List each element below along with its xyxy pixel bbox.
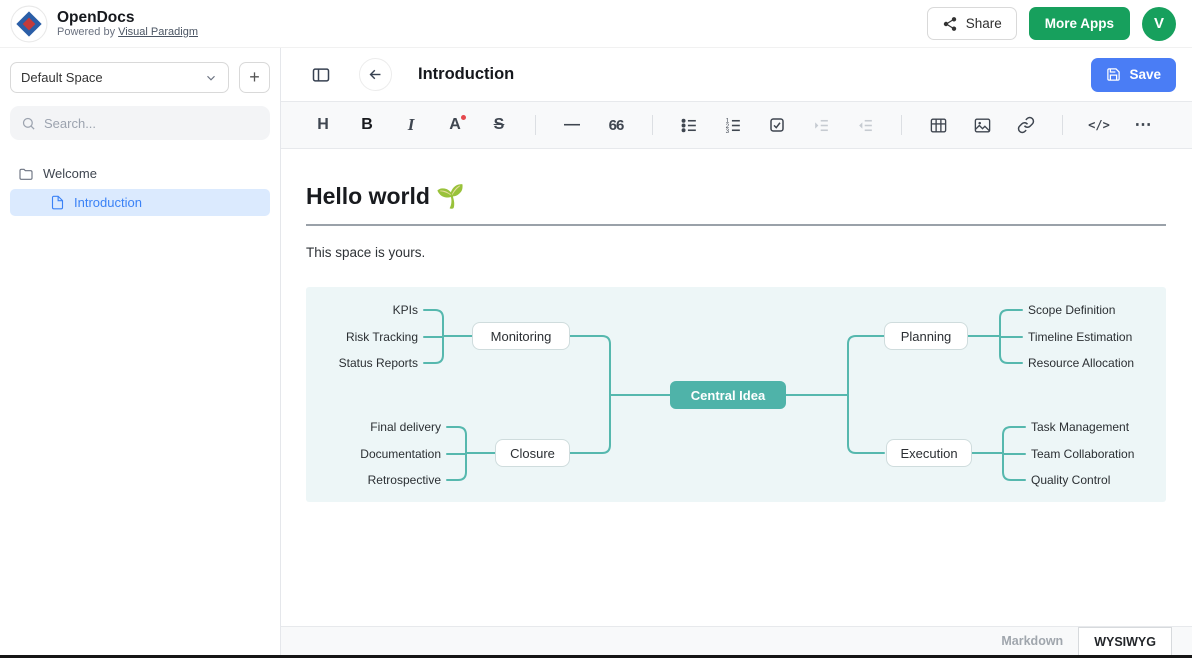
tree-item-introduction[interactable]: Introduction — [10, 189, 270, 216]
mindmap-leaf[interactable]: Quality Control — [1031, 472, 1110, 488]
more-apps-button[interactable]: More Apps — [1029, 7, 1130, 40]
sidebar: Default Space + Welcome — [0, 48, 281, 655]
mindmap-branch-monitoring[interactable]: Monitoring — [472, 322, 570, 350]
search-box[interactable] — [10, 106, 270, 140]
mindmap-leaf[interactable]: Final delivery — [306, 419, 441, 435]
blockquote-button[interactable]: 66 — [603, 110, 629, 140]
page-title: Introduction — [418, 65, 514, 84]
checklist-button[interactable] — [764, 110, 790, 140]
space-selector[interactable]: Default Space — [10, 62, 229, 93]
heading-rule — [306, 224, 1166, 226]
toolbar-divider — [901, 115, 902, 135]
image-button[interactable] — [969, 110, 995, 140]
space-selector-label: Default Space — [21, 70, 103, 85]
main-area: Introduction Save H B I A S — — [281, 48, 1192, 655]
mindmap-leaf[interactable]: Scope Definition — [1028, 302, 1115, 318]
mindmap-leaf[interactable]: KPIs — [306, 302, 418, 318]
tree-item-label: Welcome — [43, 166, 97, 181]
mindmap[interactable]: Central Idea Monitoring Closure Planning… — [306, 287, 1166, 502]
mindmap-leaf[interactable]: Resource Allocation — [1028, 355, 1134, 371]
italic-button[interactable]: I — [398, 110, 424, 140]
outdent-button[interactable] — [852, 110, 878, 140]
powered-by: Powered byVisual Paradigm — [57, 26, 198, 39]
toolbar-divider — [535, 115, 536, 135]
bold-button[interactable]: B — [354, 110, 380, 140]
app-title: OpenDocs — [57, 9, 198, 26]
powered-by-text: Powered by — [57, 26, 115, 38]
mindmap-leaf[interactable]: Status Reports — [306, 355, 418, 371]
back-button[interactable] — [359, 58, 392, 91]
indent-button[interactable] — [808, 110, 834, 140]
wysiwyg-tab[interactable]: WYSIWYG — [1078, 627, 1172, 655]
mindmap-leaf[interactable]: Timeline Estimation — [1028, 329, 1132, 345]
brand-block: OpenDocs Powered byVisual Paradigm — [57, 9, 198, 39]
app-window: OpenDocs Powered byVisual Paradigm Share… — [0, 0, 1192, 658]
save-icon — [1106, 67, 1121, 82]
toolbar-divider — [1062, 115, 1063, 135]
tree-item-welcome[interactable]: Welcome — [10, 160, 270, 187]
document-paragraph[interactable]: This space is yours. — [306, 245, 1166, 260]
visual-paradigm-link[interactable]: Visual Paradigm — [118, 26, 198, 38]
user-avatar[interactable]: V — [1142, 7, 1176, 41]
mindmap-leaf[interactable]: Task Management — [1031, 419, 1129, 435]
mindmap-branch-execution[interactable]: Execution — [886, 439, 972, 467]
mindmap-leaf[interactable]: Retrospective — [306, 472, 441, 488]
editor-footer: Markdown WYSIWYG — [281, 626, 1192, 655]
mindmap-branch-planning[interactable]: Planning — [884, 322, 968, 350]
heading-button[interactable]: H — [310, 110, 336, 140]
color-indicator-dot — [461, 115, 466, 120]
topbar-actions: Share More Apps V — [927, 7, 1180, 41]
search-input[interactable] — [44, 116, 259, 131]
tree-item-label: Introduction — [74, 195, 142, 210]
mindmap-leaf[interactable]: Team Collaboration — [1031, 446, 1134, 462]
toggle-sidebar-button[interactable] — [304, 58, 338, 92]
chevron-down-icon — [204, 71, 218, 85]
editor-content[interactable]: Hello world 🌱 This space is yours. — [281, 149, 1192, 626]
toolbar-divider — [652, 115, 653, 135]
font-color-button[interactable]: A — [442, 110, 468, 140]
font-color-glyph: A — [449, 116, 461, 134]
document-heading[interactable]: Hello world 🌱 — [306, 183, 1166, 210]
table-button[interactable] — [925, 110, 951, 140]
code-block-button[interactable]: </> — [1086, 110, 1112, 140]
app-logo-icon — [10, 5, 48, 43]
page-tree: Welcome Introduction — [0, 160, 280, 216]
mindmap-branch-closure[interactable]: Closure — [495, 439, 570, 467]
document-icon — [50, 195, 65, 210]
body: Default Space + Welcome — [0, 48, 1192, 655]
share-icon — [942, 16, 958, 32]
numbered-list-button[interactable]: 123 — [720, 110, 746, 140]
topbar: OpenDocs Powered byVisual Paradigm Share… — [0, 0, 1192, 48]
folder-icon — [18, 166, 34, 182]
editor-header: Introduction Save — [281, 48, 1192, 101]
mindmap-leaf[interactable]: Risk Tracking — [306, 329, 418, 345]
add-page-button[interactable]: + — [239, 62, 270, 93]
share-button[interactable]: Share — [927, 7, 1017, 40]
horizontal-rule-button[interactable]: — — [559, 110, 585, 140]
more-tools-button[interactable]: ⋯ — [1130, 110, 1156, 140]
mindmap-leaf[interactable]: Documentation — [306, 446, 441, 462]
share-label: Share — [966, 16, 1002, 31]
save-label: Save — [1129, 67, 1161, 82]
link-button[interactable] — [1013, 110, 1039, 140]
mindmap-central-node[interactable]: Central Idea — [670, 381, 786, 409]
save-button[interactable]: Save — [1091, 58, 1176, 92]
search-icon — [21, 116, 36, 131]
bullet-list-button[interactable] — [676, 110, 702, 140]
space-row: Default Space + — [10, 62, 270, 93]
markdown-tab[interactable]: Markdown — [986, 627, 1078, 655]
strikethrough-button[interactable]: S — [486, 110, 512, 140]
editor-toolbar: H B I A S — 66 — [281, 101, 1192, 149]
svg-text:3: 3 — [725, 128, 729, 135]
